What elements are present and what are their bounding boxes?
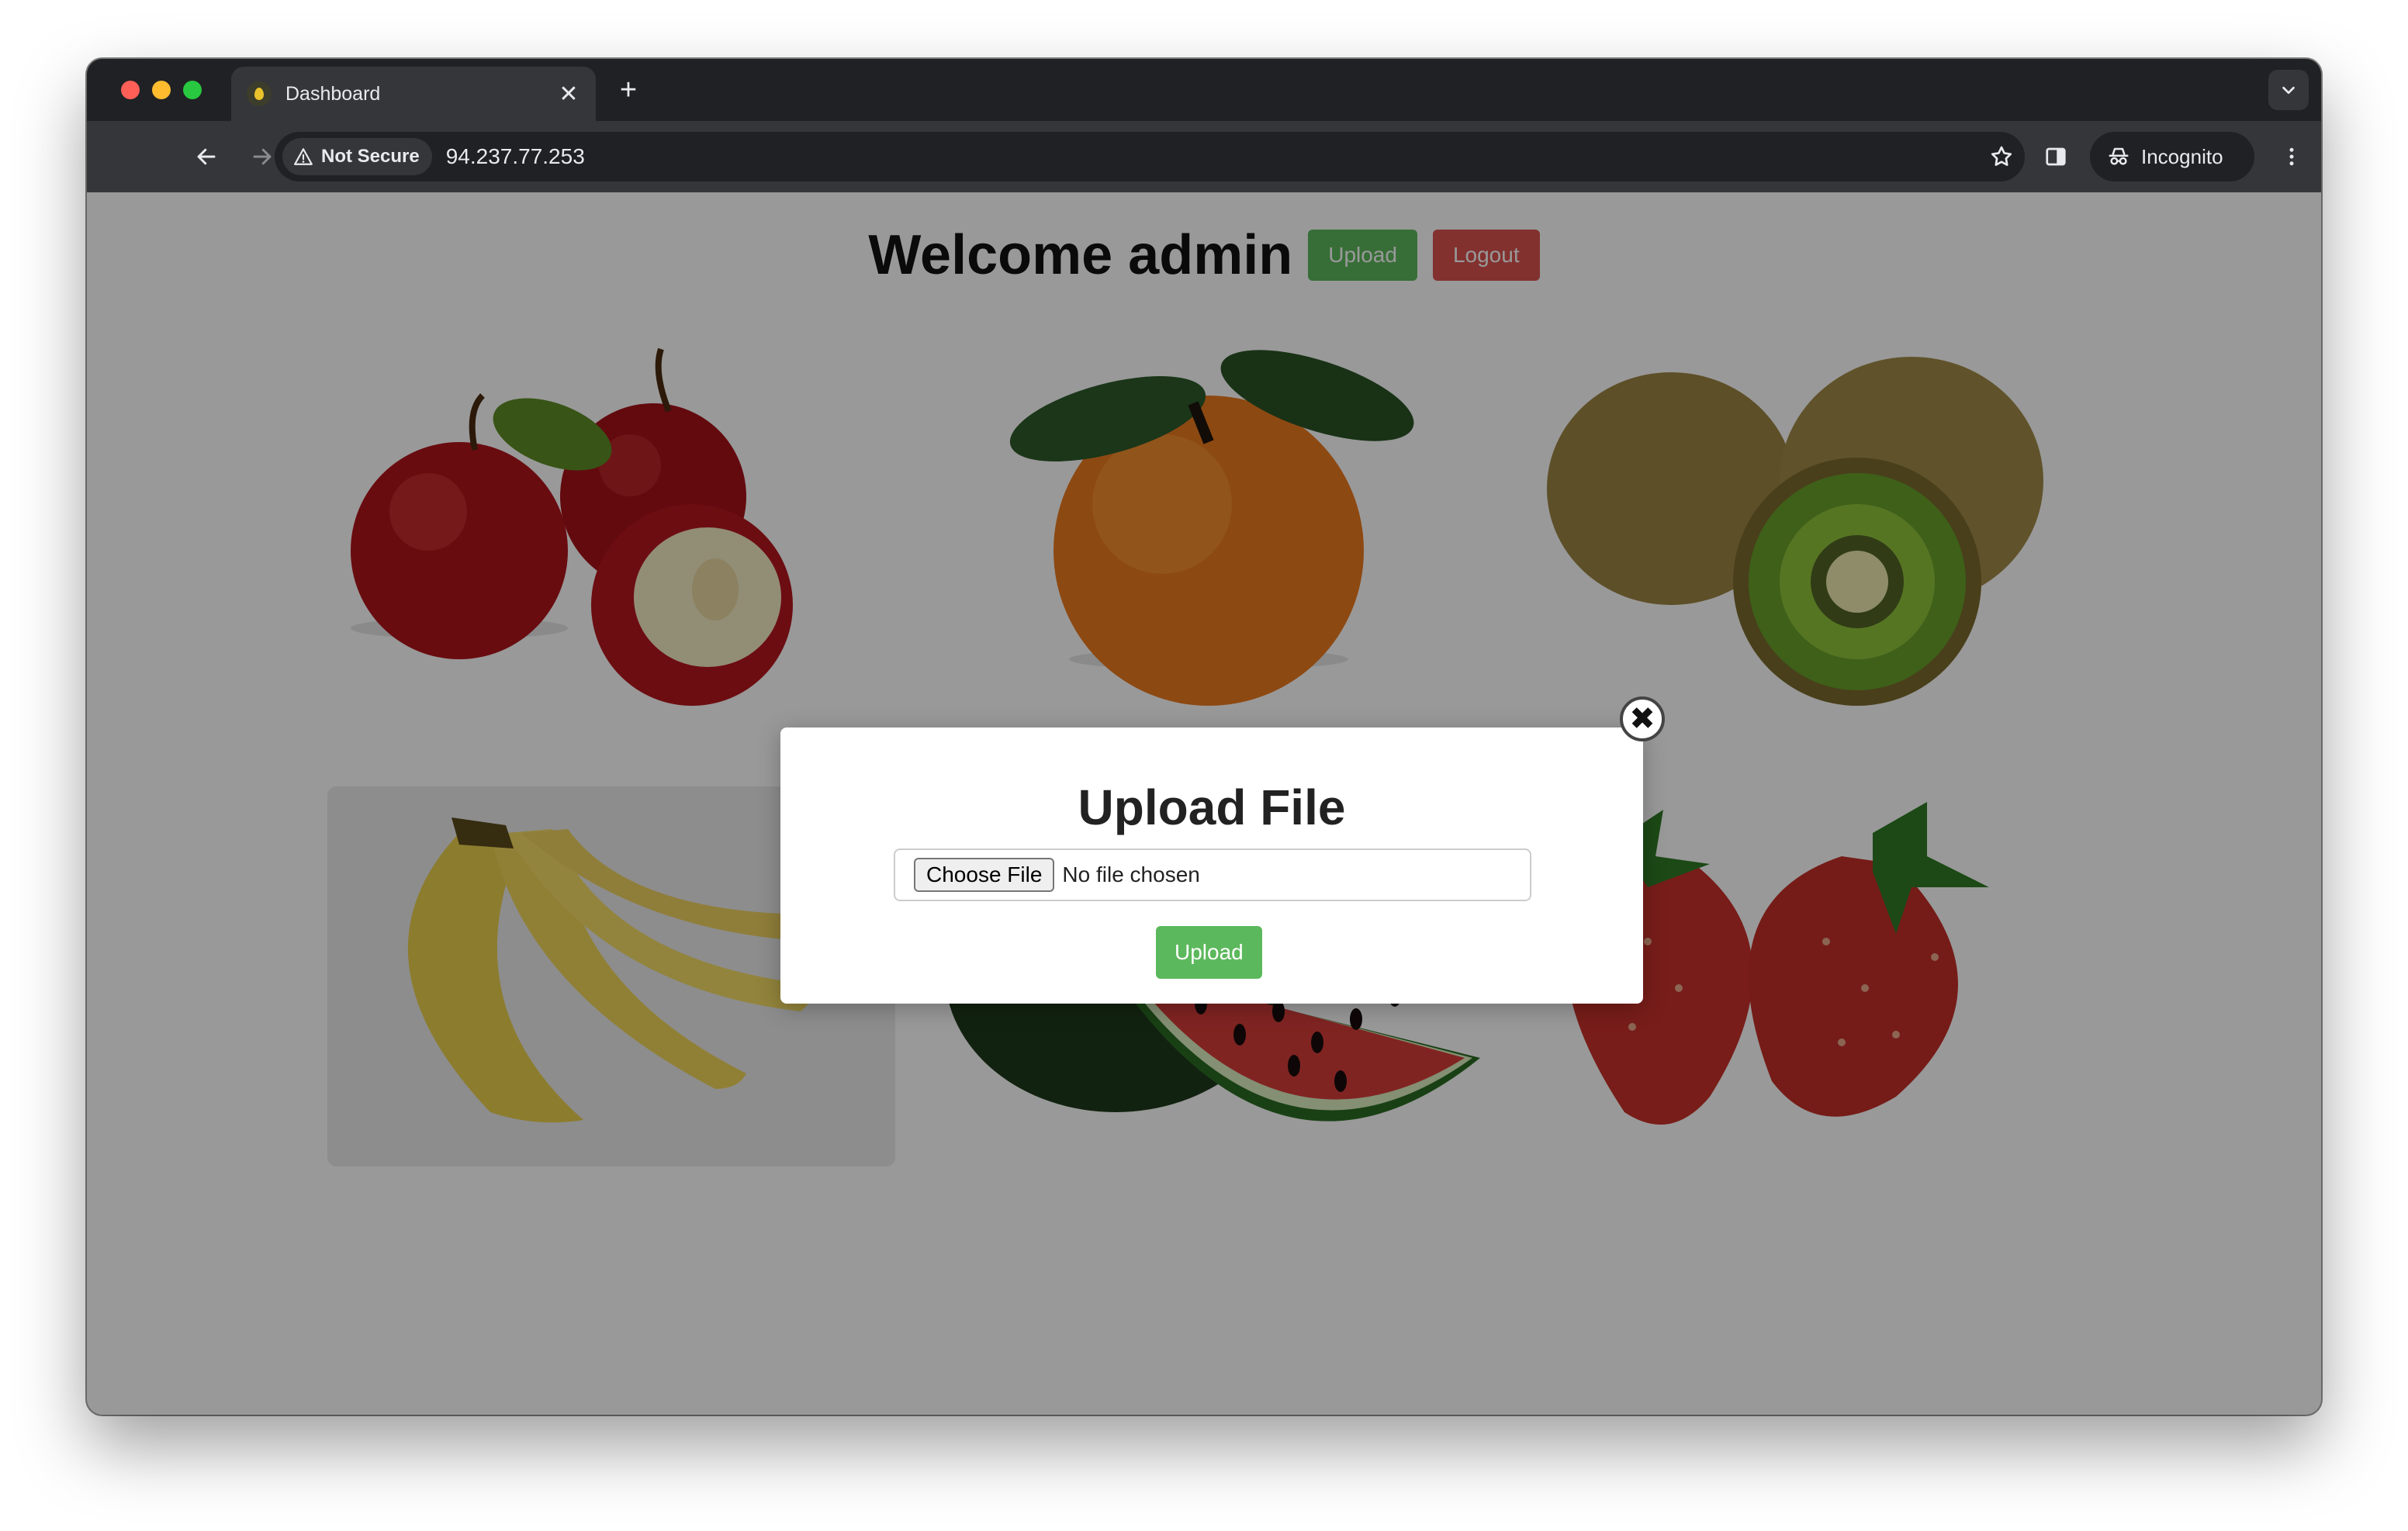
choose-file-button[interactable]: Choose File <box>914 858 1055 892</box>
back-button[interactable] <box>188 138 225 175</box>
url-text[interactable]: 94.237.77.253 <box>446 144 1978 169</box>
profile-label: Incognito <box>2141 144 2223 168</box>
side-panel-button[interactable] <box>2037 138 2074 175</box>
bookmark-button[interactable] <box>1978 144 2025 169</box>
tab-dashboard[interactable]: Dashboard ✕ <box>231 67 596 121</box>
page-viewport: Welcome admin Upload Logout ✖ Upload Fil… <box>87 192 2321 1415</box>
file-input[interactable]: Choose File No file chosen <box>894 848 1531 901</box>
maximize-window-button[interactable] <box>183 81 202 99</box>
minimize-window-button[interactable] <box>152 81 171 99</box>
browser-menu-button[interactable] <box>2273 138 2310 175</box>
tab-search-button[interactable] <box>2268 70 2309 110</box>
file-status-text: No file chosen <box>1062 862 1200 886</box>
address-bar[interactable]: Not Secure 94.237.77.253 <box>275 132 2025 181</box>
side-panel-icon <box>2046 147 2066 166</box>
forward-arrow-icon <box>253 148 272 165</box>
favicon-icon <box>247 81 272 106</box>
modal-close-button[interactable]: ✖ <box>1620 696 1665 741</box>
modal-upload-button[interactable]: Upload <box>1156 926 1262 979</box>
upload-modal: ✖ Upload File Choose File No file chosen… <box>780 696 1665 1004</box>
star-icon <box>1991 146 2012 166</box>
browser-window: Dashboard ✕ + Not Secure 94.237.77.253 I… <box>87 59 2321 1415</box>
browser-toolbar: Not Secure 94.237.77.253 Incognito <box>87 121 2321 192</box>
back-arrow-icon <box>197 148 216 165</box>
tab-strip: Dashboard ✕ + <box>87 59 2321 121</box>
close-icon: ✖ <box>1629 702 1656 736</box>
close-window-button[interactable] <box>121 81 140 99</box>
tab-title: Dashboard <box>285 82 381 105</box>
modal-title: Upload File <box>1078 779 1346 835</box>
kebab-menu-icon <box>2289 147 2294 166</box>
chevron-down-icon <box>2282 86 2295 95</box>
tab-close-button[interactable]: ✕ <box>557 81 580 108</box>
security-label: Not Secure <box>321 146 420 167</box>
security-chip[interactable]: Not Secure <box>282 138 432 175</box>
incognito-icon <box>2109 147 2129 165</box>
warning-triangle-icon <box>294 148 313 165</box>
incognito-profile-button[interactable]: Incognito <box>2090 132 2254 181</box>
new-tab-button[interactable]: + <box>611 73 645 107</box>
